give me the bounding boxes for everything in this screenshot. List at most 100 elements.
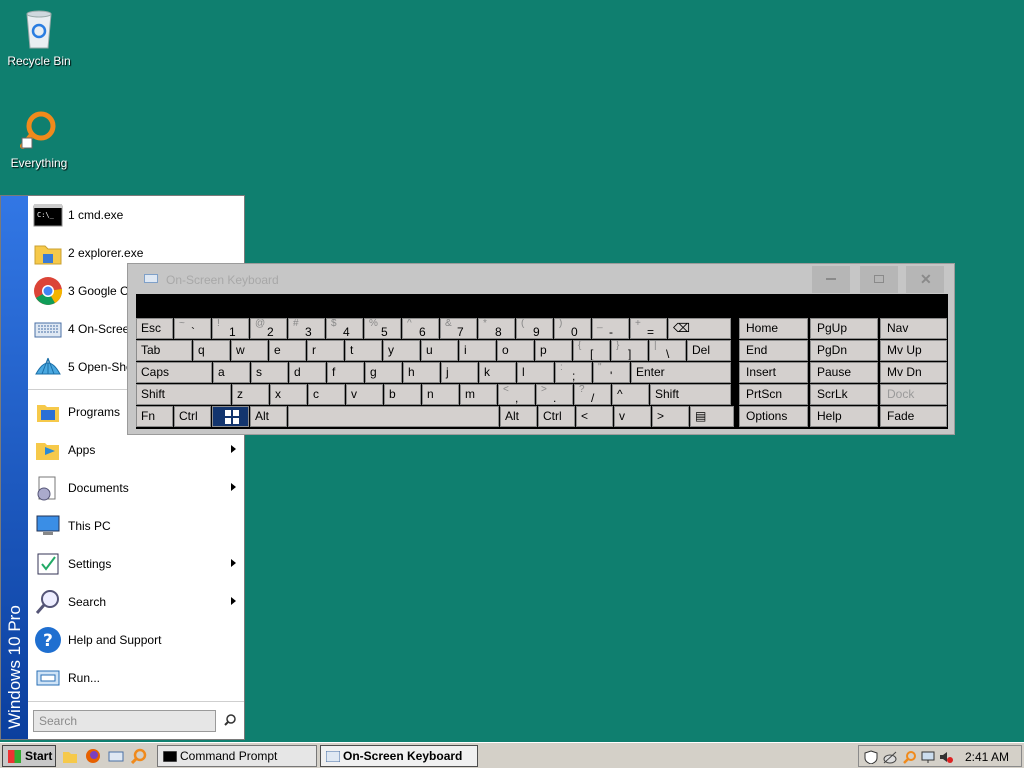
key-j[interactable]: j — [441, 362, 478, 383]
key-2[interactable]: @2 — [250, 318, 287, 339]
menu-item-documents[interactable]: Documents — [28, 469, 244, 507]
firefox-quicklaunch-icon[interactable] — [85, 748, 101, 764]
key-options[interactable]: Options — [739, 406, 808, 427]
key-y[interactable]: y — [383, 340, 420, 361]
key-q[interactable]: q — [193, 340, 230, 361]
key-0[interactable]: ) 0 — [554, 318, 591, 339]
key-prtscn[interactable]: PrtScn — [739, 384, 808, 405]
key-nav[interactable]: Nav — [880, 318, 947, 339]
key-[interactable]: ? / — [574, 384, 611, 405]
menu-item-help[interactable]: ? Help and Support — [28, 621, 244, 659]
key-[interactable]: >. — [536, 384, 573, 405]
key-[interactable]: ^ — [612, 384, 649, 405]
key-end[interactable]: End — [739, 340, 808, 361]
key-a[interactable]: a — [213, 362, 250, 383]
key-[interactable]: + = — [630, 318, 667, 339]
key-alt[interactable]: Alt — [500, 406, 537, 427]
key-alt[interactable]: Alt — [250, 406, 287, 427]
key-6[interactable]: ^ 6 — [402, 318, 439, 339]
key-caps[interactable]: Caps — [136, 362, 212, 383]
key-pause[interactable]: Pause — [810, 362, 878, 383]
desktop-icon-recycle-bin[interactable]: Recycle Bin — [0, 8, 78, 68]
start-button[interactable]: Start — [2, 745, 56, 767]
key-n[interactable]: n — [422, 384, 459, 405]
key-fade[interactable]: Fade — [880, 406, 947, 427]
key-esc[interactable]: Esc — [136, 318, 173, 339]
security-shield-icon[interactable] — [864, 750, 878, 764]
key-k[interactable]: k — [479, 362, 516, 383]
recent-item-cmd[interactable]: C:\_ 1 cmd.exe — [28, 196, 244, 234]
menu-item-run[interactable]: Run... — [28, 659, 244, 697]
key-windows[interactable] — [212, 406, 249, 427]
key-8[interactable]: * 8 — [478, 318, 515, 339]
key-mvdn[interactable]: Mv Dn — [880, 362, 947, 383]
key-[interactable]: }] — [611, 340, 648, 361]
key-shift[interactable]: Shift — [136, 384, 231, 405]
explorer-quicklaunch-icon[interactable] — [62, 748, 78, 764]
everything-quicklaunch-icon[interactable] — [131, 748, 147, 764]
key-ctrl[interactable]: Ctrl — [538, 406, 575, 427]
key-enter[interactable]: Enter — [631, 362, 731, 383]
menu-item-apps[interactable]: Apps — [28, 431, 244, 469]
search-input[interactable]: Search — [33, 710, 216, 732]
key-pgdn[interactable]: PgDn — [810, 340, 878, 361]
close-button[interactable]: ✕ — [906, 266, 944, 293]
key-d[interactable]: d — [289, 362, 326, 383]
key-v[interactable]: v — [614, 406, 651, 427]
search-magnifier-icon[interactable] — [224, 714, 236, 726]
key-[interactable]: <, — [498, 384, 535, 405]
key-f[interactable]: f — [327, 362, 364, 383]
key-5[interactable]: % 5 — [364, 318, 401, 339]
key-fn[interactable]: Fn — [136, 406, 173, 427]
menu-item-settings[interactable]: Settings — [28, 545, 244, 583]
menu-item-search[interactable]: Search — [28, 583, 244, 621]
key-x[interactable]: x — [270, 384, 307, 405]
key-insert[interactable]: Insert — [739, 362, 808, 383]
taskbar-button-on-screen-keyboard[interactable]: On-Screen Keyboard — [320, 745, 478, 767]
window-titlebar[interactable]: On-Screen Keyboard ✕ — [128, 264, 954, 294]
key-[interactable]: {[ — [573, 340, 610, 361]
key-z[interactable]: z — [232, 384, 269, 405]
key-home[interactable]: Home — [739, 318, 808, 339]
key-mvup[interactable]: Mv Up — [880, 340, 947, 361]
maximize-button[interactable] — [860, 266, 898, 293]
keyboard-quicklaunch-icon[interactable] — [108, 748, 124, 764]
key-p[interactable]: p — [535, 340, 572, 361]
key-4[interactable]: $4 — [326, 318, 363, 339]
key-9[interactable]: (9 — [516, 318, 553, 339]
key-c[interactable]: c — [308, 384, 345, 405]
key-space[interactable] — [288, 406, 499, 427]
key-s[interactable]: s — [251, 362, 288, 383]
key-ctrl[interactable]: Ctrl — [174, 406, 211, 427]
key-m[interactable]: m — [460, 384, 497, 405]
key-r[interactable]: r — [307, 340, 344, 361]
key-1[interactable]: ! 1 — [212, 318, 249, 339]
key-help[interactable]: Help — [810, 406, 878, 427]
key-[interactable]: ⌫ — [668, 318, 731, 339]
key-3[interactable]: #3 — [288, 318, 325, 339]
key-[interactable]: < — [576, 406, 613, 427]
key-u[interactable]: u — [421, 340, 458, 361]
clock[interactable]: 2:41 AM — [965, 750, 1009, 764]
menu-item-this-pc[interactable]: This PC — [28, 507, 244, 545]
key-shift[interactable]: Shift — [650, 384, 731, 405]
key-del[interactable]: Del — [687, 340, 731, 361]
key-i[interactable]: i — [459, 340, 496, 361]
desktop-icon-everything[interactable]: Everything — [0, 110, 78, 170]
key-[interactable]: " ' — [593, 362, 630, 383]
minimize-button[interactable] — [812, 266, 850, 293]
key-v[interactable]: v — [346, 384, 383, 405]
key-o[interactable]: o — [497, 340, 534, 361]
key-[interactable]: | \ — [649, 340, 686, 361]
key-e[interactable]: e — [269, 340, 306, 361]
key-[interactable]: > — [652, 406, 689, 427]
network-icon[interactable] — [921, 750, 935, 764]
key-w[interactable]: w — [231, 340, 268, 361]
key-dock[interactable]: Dock — [880, 384, 947, 405]
key-tab[interactable]: Tab — [136, 340, 192, 361]
key-[interactable]: ▤ — [690, 406, 734, 427]
key-pgup[interactable]: PgUp — [810, 318, 878, 339]
key-7[interactable]: & 7 — [440, 318, 477, 339]
key-[interactable]: _ - — [592, 318, 629, 339]
key-l[interactable]: l — [517, 362, 554, 383]
